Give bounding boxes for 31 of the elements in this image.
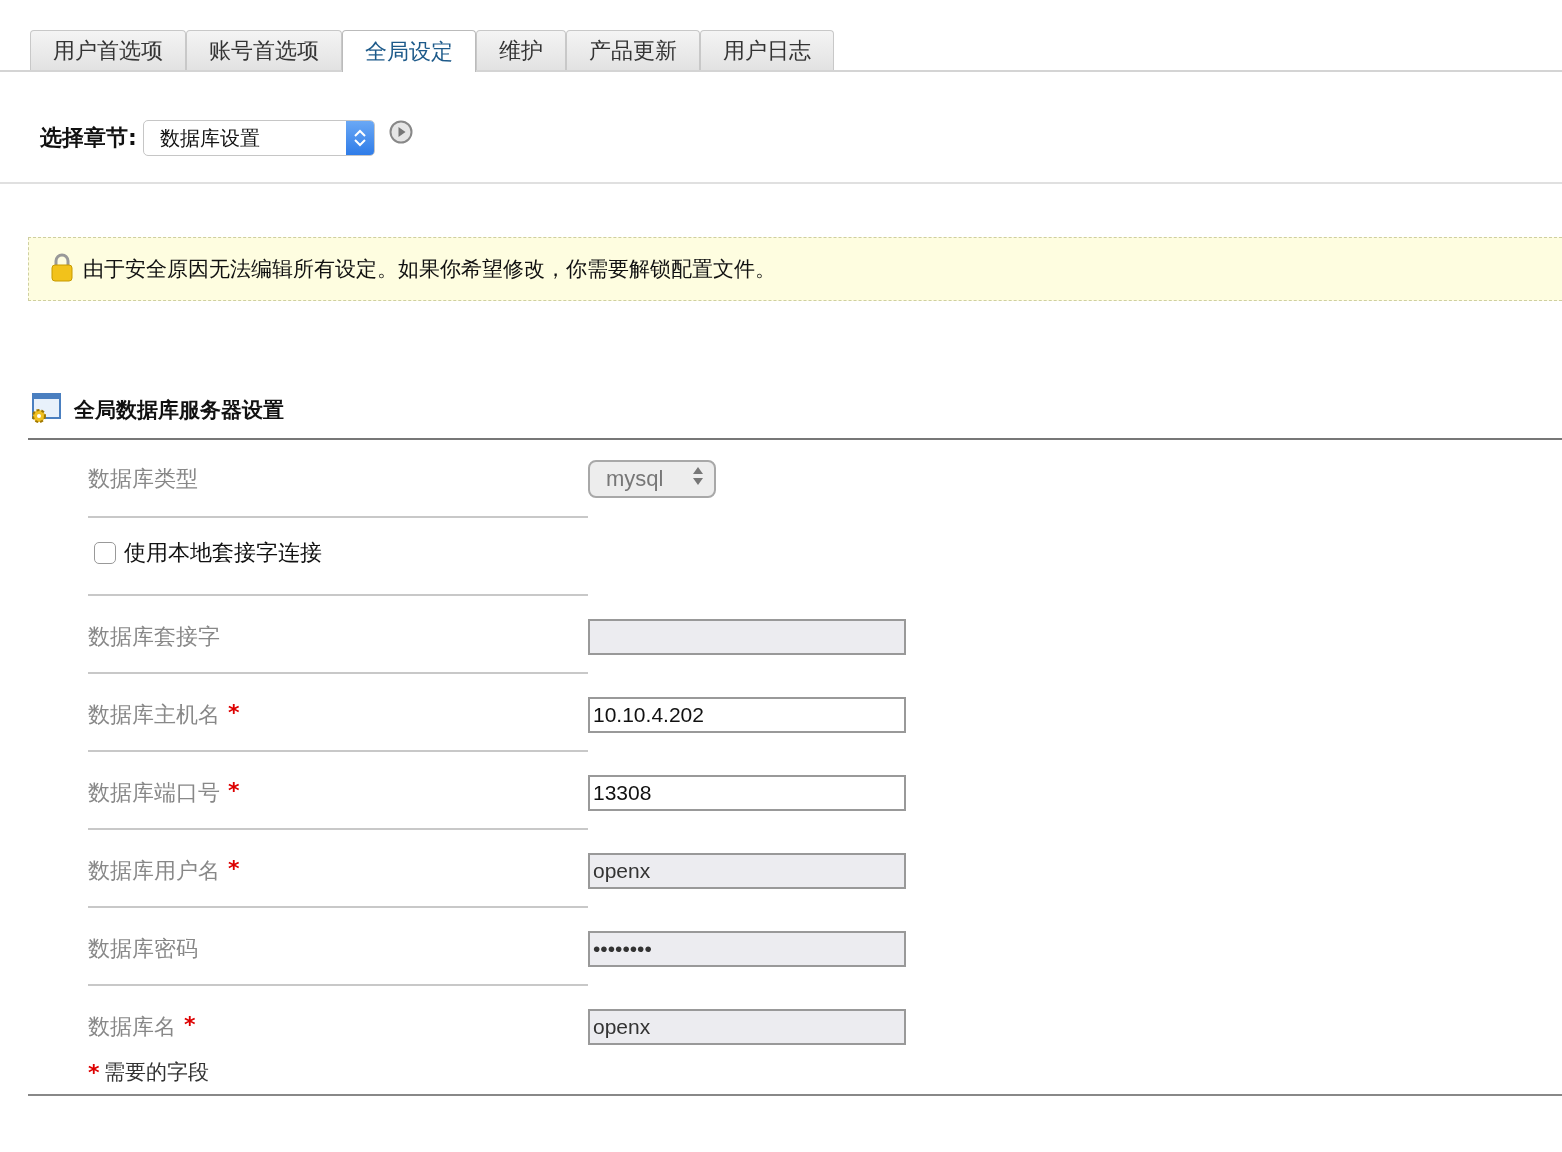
required-note: 需要的字段 <box>103 1059 209 1086</box>
required-mark: * <box>184 1012 196 1037</box>
tab[interactable]: 用户日志 <box>700 30 834 70</box>
field-label: 数据库密码 <box>88 935 198 963</box>
field-label: 数据库名 <box>88 1013 176 1041</box>
text-field[interactable]: 13308 <box>588 775 906 811</box>
text-field[interactable]: 10.10.4.202 <box>588 697 906 733</box>
section-dropdown[interactable]: 数据库设置 <box>142 120 375 156</box>
required-mark: * <box>228 778 240 803</box>
notice-text: 由于安全原因无法编辑所有设定。如果你希望修改，你需要解锁配置文件。 <box>83 256 776 283</box>
section-title: 全局数据库服务器设置 <box>74 397 284 424</box>
up-down-arrows-icon <box>692 465 704 487</box>
tab[interactable]: 全局设定 <box>342 30 476 72</box>
tab[interactable]: 账号首选项 <box>186 30 342 70</box>
field-label: 数据库端口号 <box>88 779 220 807</box>
field-label: 数据库套接字 <box>88 623 220 651</box>
section-label: 选择章节: <box>40 124 137 152</box>
tab[interactable]: 维护 <box>476 30 566 70</box>
play-circle-icon[interactable] <box>388 120 413 144</box>
checkbox[interactable] <box>94 542 116 564</box>
checkbox-label: 使用本地套接字连接 <box>124 539 322 567</box>
tab[interactable]: 用户首选项 <box>30 30 186 70</box>
required-mark: * <box>88 1059 100 1085</box>
required-mark: * <box>228 700 240 725</box>
field-label: 数据库类型 <box>88 465 198 493</box>
padlock-icon <box>51 252 73 282</box>
tab[interactable]: 产品更新 <box>566 30 700 70</box>
field-label: 数据库主机名 <box>88 701 220 729</box>
required-mark: * <box>228 856 240 881</box>
up-down-chevron-icon <box>352 128 367 148</box>
field-label: 数据库用户名 <box>88 857 220 885</box>
